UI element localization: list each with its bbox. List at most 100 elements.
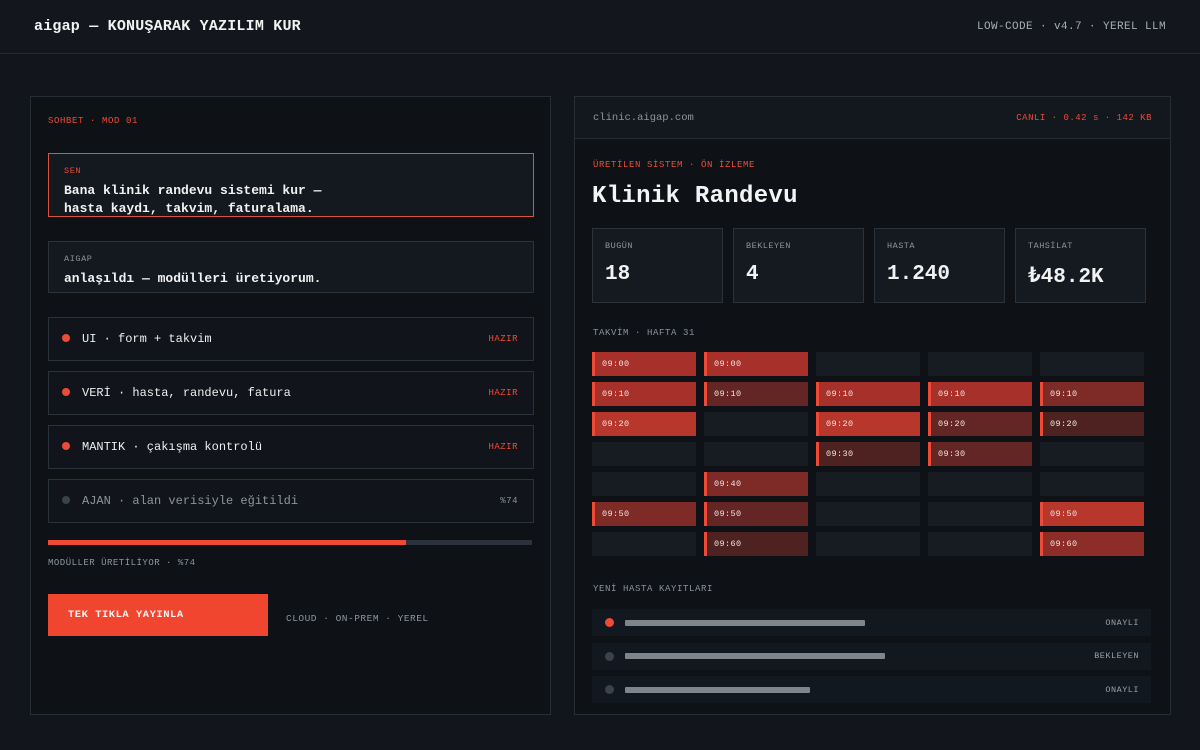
- user-message-text: Bana klinik randevu sistemi kur — hasta …: [64, 182, 518, 218]
- module-logic: MANTIK · çakışma kontrolü HAZIR: [48, 425, 534, 469]
- calendar-slot-booked[interactable]: 09:50: [704, 502, 808, 526]
- calendar-slot-empty: [704, 412, 808, 436]
- calendar-slot-booked[interactable]: 09:60: [1040, 532, 1144, 556]
- module-status: HAZIR: [488, 442, 518, 452]
- user-message-line-1: Bana klinik randevu sistemi kur —: [64, 183, 322, 198]
- preview-panel: clinic.aigap.com CANLI · 0.42 s · 142 KB…: [574, 96, 1171, 715]
- module-label: AJAN · alan verisiyle eğitildi: [82, 494, 299, 508]
- stat-value: 1.240: [887, 263, 951, 286]
- calendar-slot-booked[interactable]: 09:10: [1040, 382, 1144, 406]
- calendar-slot-empty: [1040, 442, 1144, 466]
- chat-mode-label: SOHBET · MOD 01: [48, 116, 139, 126]
- module-status: HAZIR: [488, 334, 518, 344]
- patient-status: ONAYLI: [1105, 617, 1139, 628]
- calendar-slot-empty: [928, 532, 1032, 556]
- preview-url[interactable]: clinic.aigap.com: [593, 112, 694, 124]
- calendar-slot-empty: [592, 442, 696, 466]
- progress-label: MODÜLLER ÜRETİLİYOR · %74: [48, 558, 196, 568]
- calendar-label: TAKVİM · HAFTA 31: [593, 328, 696, 338]
- patient-name-placeholder: [625, 686, 810, 693]
- stat-label: BEKLEYEN: [746, 241, 791, 251]
- calendar-slot-empty: [816, 352, 920, 376]
- ai-message-text: anlaşıldı — modülleri üretiyorum.: [64, 271, 322, 286]
- live-status: CANLI · 0.42 s · 142 KB: [1016, 112, 1152, 123]
- calendar-slot-booked[interactable]: 09:50: [1040, 502, 1144, 526]
- calendar-slot-empty: [1040, 352, 1144, 376]
- generation-progress-bar: [48, 540, 532, 545]
- module-data: VERİ · hasta, randevu, fatura HAZIR: [48, 371, 534, 415]
- patient-status: BEKLEYEN: [1094, 651, 1139, 661]
- calendar-slot-booked[interactable]: 09:10: [816, 382, 920, 406]
- module-agent: AJAN · alan verisiyle eğitildi %74: [48, 479, 534, 523]
- chat-panel: SOHBET · MOD 01 SEN Bana klinik randevu …: [30, 96, 551, 715]
- patient-name-placeholder: [625, 619, 865, 626]
- status-dot-icon: [62, 388, 70, 396]
- calendar-slot-empty: [928, 352, 1032, 376]
- stat-value: ₺48.2K: [1028, 266, 1104, 289]
- user-message: SEN Bana klinik randevu sistemi kur — ha…: [48, 153, 534, 217]
- module-label: VERİ · hasta, randevu, fatura: [82, 386, 291, 400]
- stat-card-collections: TAHSİLAT ₺48.2K: [1015, 228, 1146, 303]
- generated-app-title: Klinik Randevu: [592, 183, 798, 210]
- patient-status: ONAYLI: [1105, 684, 1139, 695]
- calendar-slot-booked[interactable]: 09:10: [592, 382, 696, 406]
- stat-card-today: BUGÜN 18: [592, 228, 723, 303]
- stat-value: 4: [746, 263, 759, 286]
- calendar-grid: 09:00 09:00 09:10 09:10 09:10 09:10 09:10 09:20…: [592, 352, 1144, 557]
- user-message-author: SEN: [64, 166, 82, 176]
- ai-message: AIGAP anlaşıldı — modülleri üretiyorum.: [48, 241, 534, 293]
- status-dot-icon: [62, 442, 70, 450]
- stat-label: HASTA: [887, 241, 916, 251]
- calendar-slot-booked[interactable]: 09:00: [592, 352, 696, 376]
- stats-row: BUGÜN 18 BEKLEYEN 4 HASTA 1.240 TAHSİLAT…: [592, 228, 1146, 303]
- calendar-slot-empty: [592, 532, 696, 556]
- calendar-slot-booked[interactable]: 09:50: [592, 502, 696, 526]
- top-bar: aigap — KONUŞARAK YAZILIM KUR LOW-CODE ·…: [0, 0, 1200, 54]
- patient-row[interactable]: ONAYLI: [592, 676, 1151, 703]
- calendar-slot-booked[interactable]: 09:40: [704, 472, 808, 496]
- publish-button[interactable]: TEK TIKLA YAYINLA: [48, 594, 268, 636]
- status-dot-icon: [605, 685, 614, 694]
- calendar-slot-booked[interactable]: 09:20: [816, 412, 920, 436]
- stat-label: TAHSİLAT: [1028, 241, 1073, 251]
- deploy-options: CLOUD · ON-PREM · YEREL: [286, 613, 429, 624]
- patient-row[interactable]: BEKLEYEN: [592, 642, 1151, 670]
- user-message-line-2: hasta kaydı, takvim, faturalama.: [64, 201, 314, 216]
- preview-label: ÜRETİLEN SİSTEM · ÖN İZLEME: [593, 160, 756, 170]
- stat-value: 18: [605, 263, 631, 286]
- calendar-slot-booked[interactable]: 09:10: [704, 382, 808, 406]
- calendar-slot-booked[interactable]: 09:20: [1040, 412, 1144, 436]
- status-dot-icon: [605, 651, 614, 661]
- status-dot-icon: [605, 618, 614, 627]
- calendar-slot-empty: [928, 502, 1032, 526]
- module-status: %74: [500, 496, 518, 506]
- stat-label: BUGÜN: [605, 241, 634, 251]
- calendar-slot-empty: [1040, 472, 1144, 496]
- module-status: HAZIR: [488, 388, 518, 398]
- ai-message-author: AIGAP: [64, 254, 93, 264]
- progress-fill: [48, 540, 407, 545]
- calendar-slot-booked[interactable]: 09:00: [704, 352, 808, 376]
- status-dot-icon: [62, 334, 70, 342]
- calendar-slot-empty: [592, 472, 696, 496]
- calendar-slot-empty: [816, 532, 920, 556]
- patient-row[interactable]: ONAYLI: [592, 609, 1151, 636]
- status-dot-icon: [62, 496, 70, 504]
- calendar-slot-booked[interactable]: 09:20: [928, 412, 1032, 436]
- calendar-slot-booked[interactable]: 09:20: [592, 412, 696, 436]
- stat-card-patients: HASTA 1.240: [874, 228, 1005, 303]
- new-patients-label: YENİ HASTA KAYITLARI: [593, 584, 714, 594]
- version-info: LOW-CODE · v4.7 · YEREL LLM: [976, 20, 1166, 33]
- calendar-slot-booked[interactable]: 09:10: [928, 382, 1032, 406]
- app-title: aigap — KONUŞARAK YAZILIM KUR: [34, 18, 301, 35]
- calendar-slot-empty: [816, 502, 920, 526]
- calendar-slot-booked[interactable]: 09:30: [816, 442, 920, 466]
- patient-name-placeholder: [625, 653, 885, 659]
- module-ui: UI · form + takvim HAZIR: [48, 317, 534, 361]
- module-label: UI · form + takvim: [82, 332, 212, 346]
- calendar-slot-empty: [928, 472, 1032, 496]
- calendar-slot-empty: [704, 442, 808, 466]
- stat-card-pending: BEKLEYEN 4: [733, 228, 864, 303]
- calendar-slot-booked[interactable]: 09:30: [928, 442, 1032, 466]
- calendar-slot-booked[interactable]: 09:60: [704, 532, 808, 556]
